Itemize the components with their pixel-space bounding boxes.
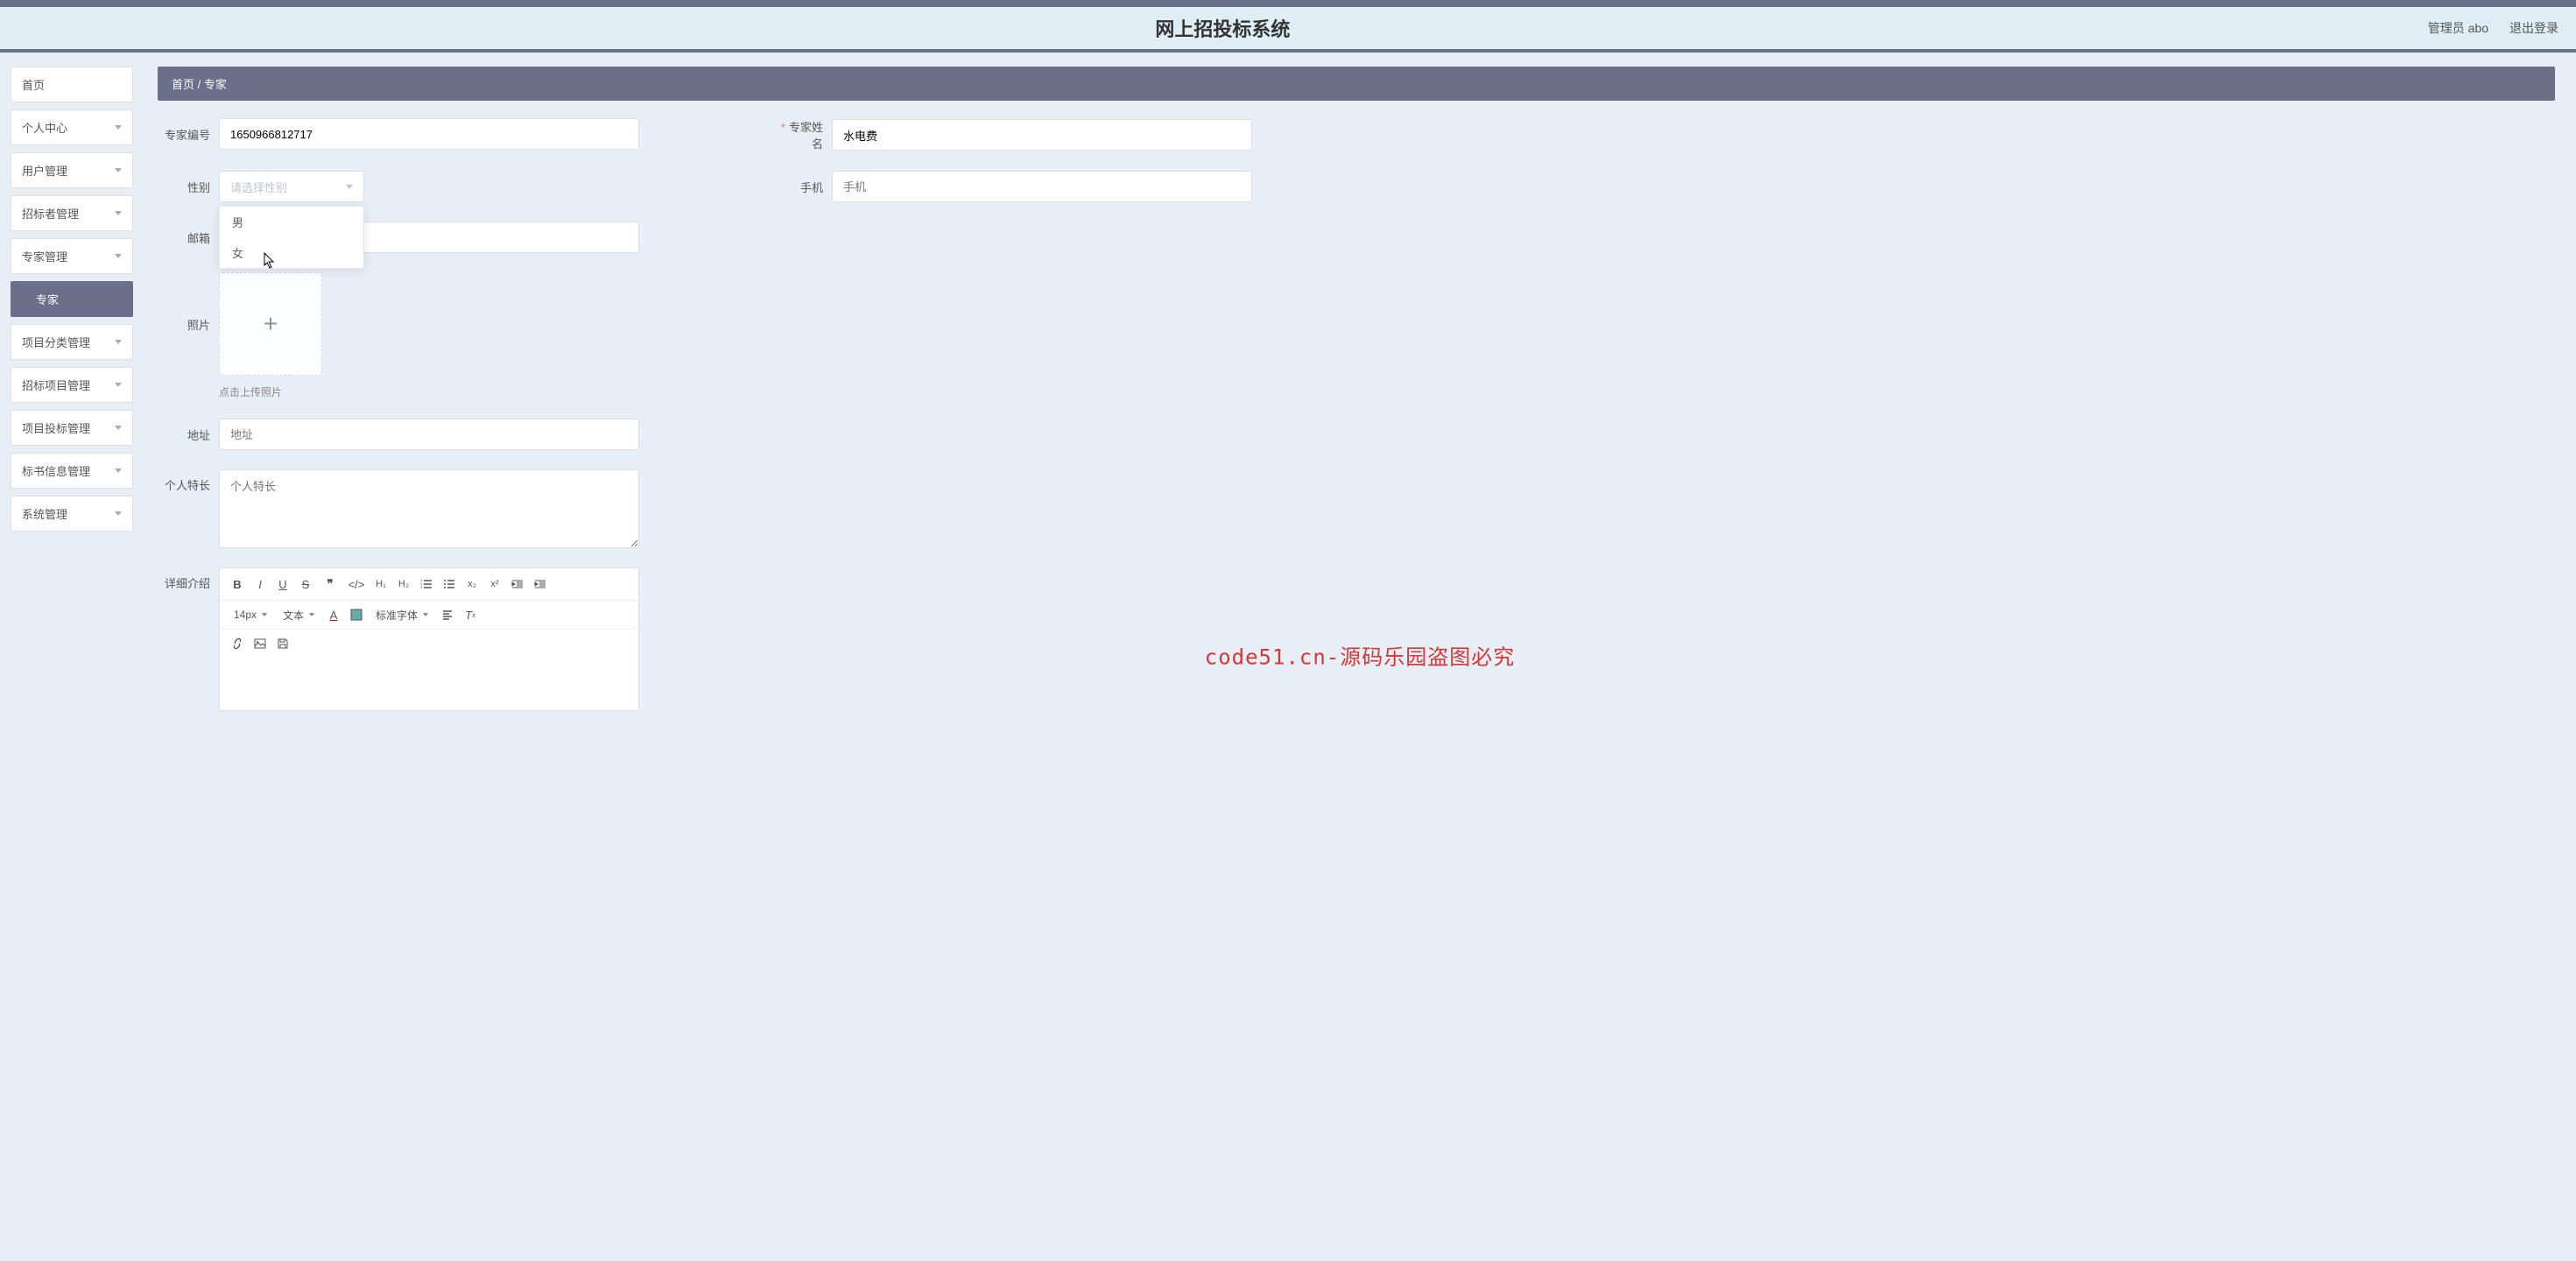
specialty-textarea[interactable] (219, 469, 639, 548)
chevron-down-icon (346, 185, 353, 189)
sidebar-item-label: 个人中心 (22, 119, 67, 136)
gender-select-placeholder: 请选择性别 (230, 179, 287, 195)
align-button[interactable] (437, 604, 458, 625)
sidebar-item-bidder-mgmt[interactable]: 招标者管理 (11, 195, 133, 231)
sidebar-item-label: 项目分类管理 (22, 334, 90, 350)
unordered-list-button[interactable] (439, 574, 460, 595)
phone-input[interactable] (832, 171, 1252, 202)
image-button[interactable] (250, 633, 271, 654)
chevron-down-icon (115, 511, 122, 516)
sidebar-item-label: 专家 (36, 291, 59, 307)
sidebar-item-proj-category[interactable]: 项目分类管理 (11, 324, 133, 360)
sidebar-item-label: 系统管理 (22, 505, 67, 522)
current-user-label[interactable]: 管理员 abo (2428, 19, 2488, 37)
editor-toolbar-row2: 14px 文本 A 标准字体 (220, 601, 638, 630)
sidebar-item-label: 招标项目管理 (22, 377, 90, 393)
expert-no-label: 专家编号 (158, 126, 210, 143)
block-type-select[interactable]: 文本 (276, 608, 321, 623)
phone-label: 手机 (771, 179, 823, 195)
gender-option-male[interactable]: 男 (220, 207, 363, 237)
bold-button[interactable]: B (227, 574, 248, 595)
h2-button[interactable]: H₂ (393, 574, 414, 595)
chevron-down-icon (423, 613, 428, 616)
sidebar-item-proj-bid[interactable]: 项目投标管理 (11, 410, 133, 446)
header: 网上招投标系统 管理员 abo 退出登录 (0, 7, 2576, 53)
gender-select[interactable]: 请选择性别 男 女 (219, 171, 364, 202)
font-family-select[interactable]: 标准字体 (369, 608, 435, 623)
email-label: 邮箱 (158, 229, 210, 246)
editor-toolbar-row1: B I U S ❞ </> H₁ H₂ 123 (220, 568, 638, 601)
address-label: 地址 (158, 426, 210, 443)
sidebar-item-label: 专家管理 (22, 248, 67, 264)
link-button[interactable] (227, 633, 248, 654)
bg-color-button[interactable] (346, 604, 367, 625)
header-right: 管理员 abo 退出登录 (2428, 19, 2558, 37)
sidebar: 首页 个人中心 用户管理 招标者管理 专家管理 专家 项目分类管理 招标项目管理 (0, 53, 144, 1257)
subscript-button[interactable]: x₂ (461, 574, 482, 595)
app-title: 网上招投标系统 (18, 14, 2428, 42)
sidebar-item-biddoc-info[interactable]: 标书信息管理 (11, 453, 133, 489)
chevron-down-icon (115, 426, 122, 430)
address-input[interactable] (219, 419, 639, 450)
clear-format-button[interactable]: Tx (460, 604, 481, 625)
top-border (0, 0, 2576, 7)
breadcrumb-sep: / (198, 78, 201, 91)
sidebar-item-profile[interactable]: 个人中心 (11, 109, 133, 145)
sidebar-item-expert[interactable]: 专家 (11, 281, 133, 317)
sidebar-item-label: 首页 (22, 76, 45, 93)
logout-button[interactable]: 退出登录 (2509, 19, 2558, 37)
svg-text:3: 3 (420, 585, 423, 589)
underline-button[interactable]: U (272, 574, 293, 595)
gender-label: 性别 (158, 179, 210, 195)
sidebar-item-user-mgmt[interactable]: 用户管理 (11, 152, 133, 188)
upload-hint: 点击上传照片 (219, 384, 322, 399)
breadcrumb-current: 专家 (204, 78, 227, 91)
italic-button[interactable]: I (250, 574, 271, 595)
expert-no-input[interactable] (219, 118, 639, 150)
indent-button[interactable] (530, 574, 551, 595)
gender-dropdown: 男 女 (219, 206, 364, 269)
sidebar-item-system-mgmt[interactable]: 系统管理 (11, 496, 133, 532)
sidebar-item-tender-proj[interactable]: 招标项目管理 (11, 367, 133, 403)
chevron-down-icon (115, 468, 122, 473)
code-button[interactable]: </> (344, 574, 369, 595)
chevron-down-icon (115, 125, 122, 130)
photo-label: 照片 (158, 272, 210, 333)
editor-body[interactable] (220, 658, 638, 710)
chevron-down-icon (115, 254, 122, 258)
chevron-down-icon (115, 168, 122, 173)
sidebar-item-label: 招标者管理 (22, 205, 79, 222)
plus-icon: + (264, 310, 278, 338)
photo-upload-box[interactable]: + (219, 272, 322, 376)
editor-toolbar-row3 (220, 630, 638, 658)
specialty-label: 个人特长 (158, 469, 210, 493)
chevron-down-icon (115, 383, 122, 387)
quote-button[interactable]: ❞ (318, 574, 342, 595)
expert-name-label: 专家姓名 (771, 118, 823, 151)
sidebar-item-label: 用户管理 (22, 162, 67, 179)
sidebar-item-expert-mgmt[interactable]: 专家管理 (11, 238, 133, 274)
h1-button[interactable]: H₁ (370, 574, 391, 595)
save-icon-button[interactable] (272, 633, 293, 654)
gender-option-female[interactable]: 女 (220, 237, 363, 268)
text-color-button[interactable]: A (323, 604, 344, 625)
superscript-button[interactable]: x² (484, 574, 505, 595)
chevron-down-icon (262, 613, 267, 616)
sidebar-item-home[interactable]: 首页 (11, 67, 133, 102)
chevron-down-icon (115, 340, 122, 344)
expert-name-input[interactable] (832, 119, 1252, 151)
sidebar-item-label: 项目投标管理 (22, 419, 90, 436)
detail-label: 详细介绍 (158, 567, 210, 591)
breadcrumb: 首页 / 专家 (158, 67, 2555, 101)
font-size-select[interactable]: 14px (227, 609, 274, 621)
outdent-button[interactable] (507, 574, 528, 595)
rich-text-editor: B I U S ❞ </> H₁ H₂ 123 (219, 567, 639, 711)
ordered-list-button[interactable]: 123 (416, 574, 437, 595)
sidebar-item-label: 标书信息管理 (22, 462, 90, 479)
chevron-down-icon (309, 613, 314, 616)
main-content: 首页 / 专家 专家编号 专家姓名 性别 请选择性别 (144, 53, 2576, 1257)
chevron-down-icon (115, 211, 122, 215)
breadcrumb-home[interactable]: 首页 (172, 78, 194, 91)
strike-button[interactable]: S (295, 574, 316, 595)
